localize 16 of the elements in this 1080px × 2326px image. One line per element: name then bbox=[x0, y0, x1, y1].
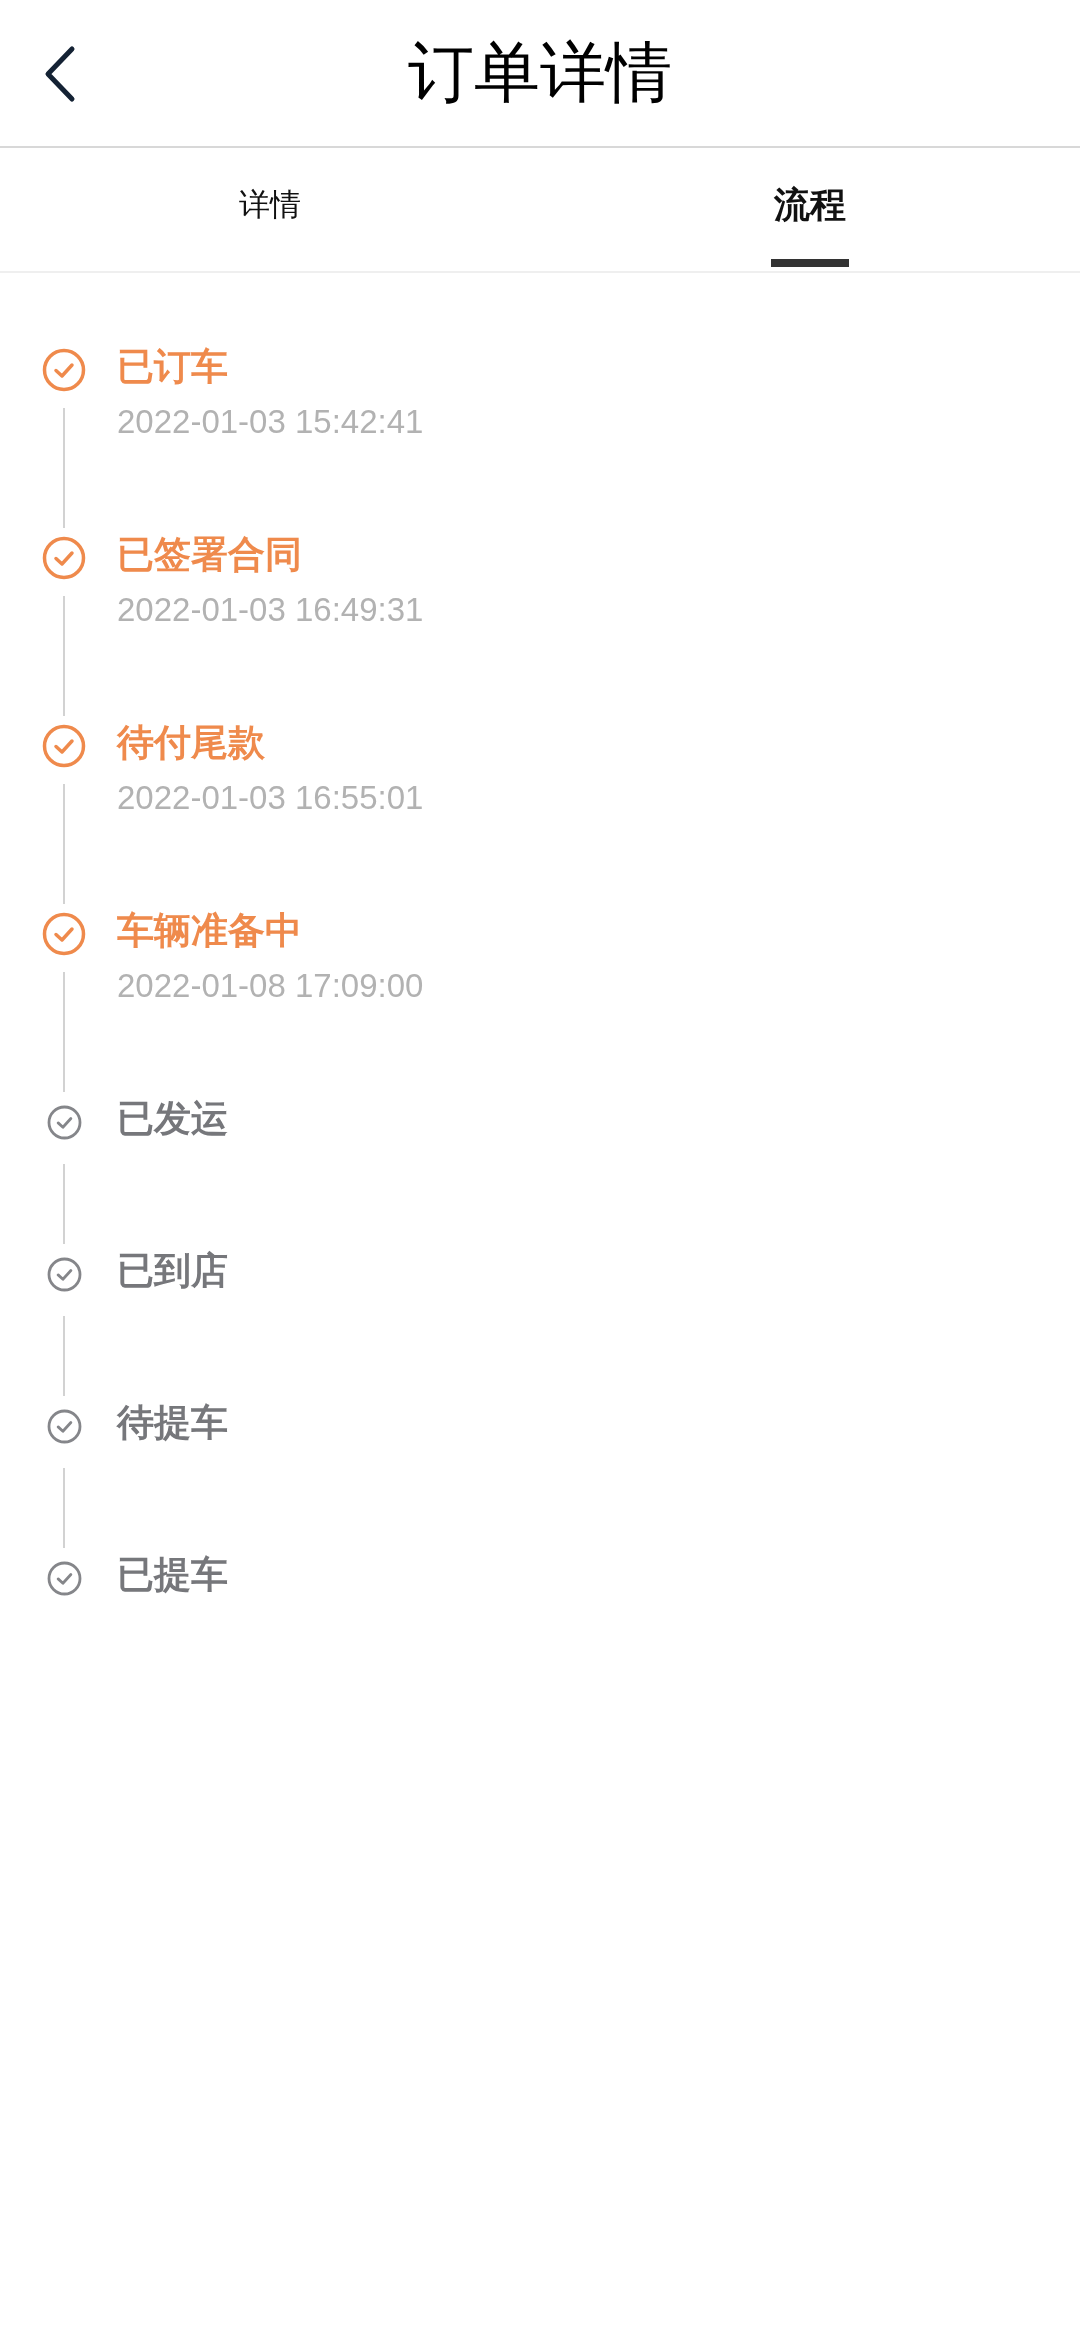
step-time: 2022-01-03 15:42:41 bbox=[117, 402, 424, 442]
step-time: 2022-01-03 16:55:01 bbox=[117, 778, 424, 818]
step-time: 2022-01-08 17:09:00 bbox=[117, 966, 424, 1006]
step-title: 已发运 bbox=[117, 1097, 228, 1141]
back-chevron-icon bbox=[43, 45, 77, 103]
tab[interactable]: 详情 bbox=[0, 148, 540, 271]
step-title: 已签署合同 bbox=[117, 533, 303, 577]
step-title: 已到店 bbox=[117, 1249, 228, 1293]
step-time: 2022-01-03 16:49:31 bbox=[117, 590, 424, 630]
page-title: 订单详情 bbox=[408, 35, 672, 111]
step-title: 待付尾款 bbox=[117, 721, 266, 765]
tab[interactable]: 流程 bbox=[540, 148, 1080, 271]
step-title: 已提车 bbox=[117, 1553, 228, 1597]
step-title: 车辆准备中 bbox=[117, 909, 303, 953]
step-title: 待提车 bbox=[117, 1401, 228, 1445]
step-title: 已订车 bbox=[117, 345, 229, 389]
